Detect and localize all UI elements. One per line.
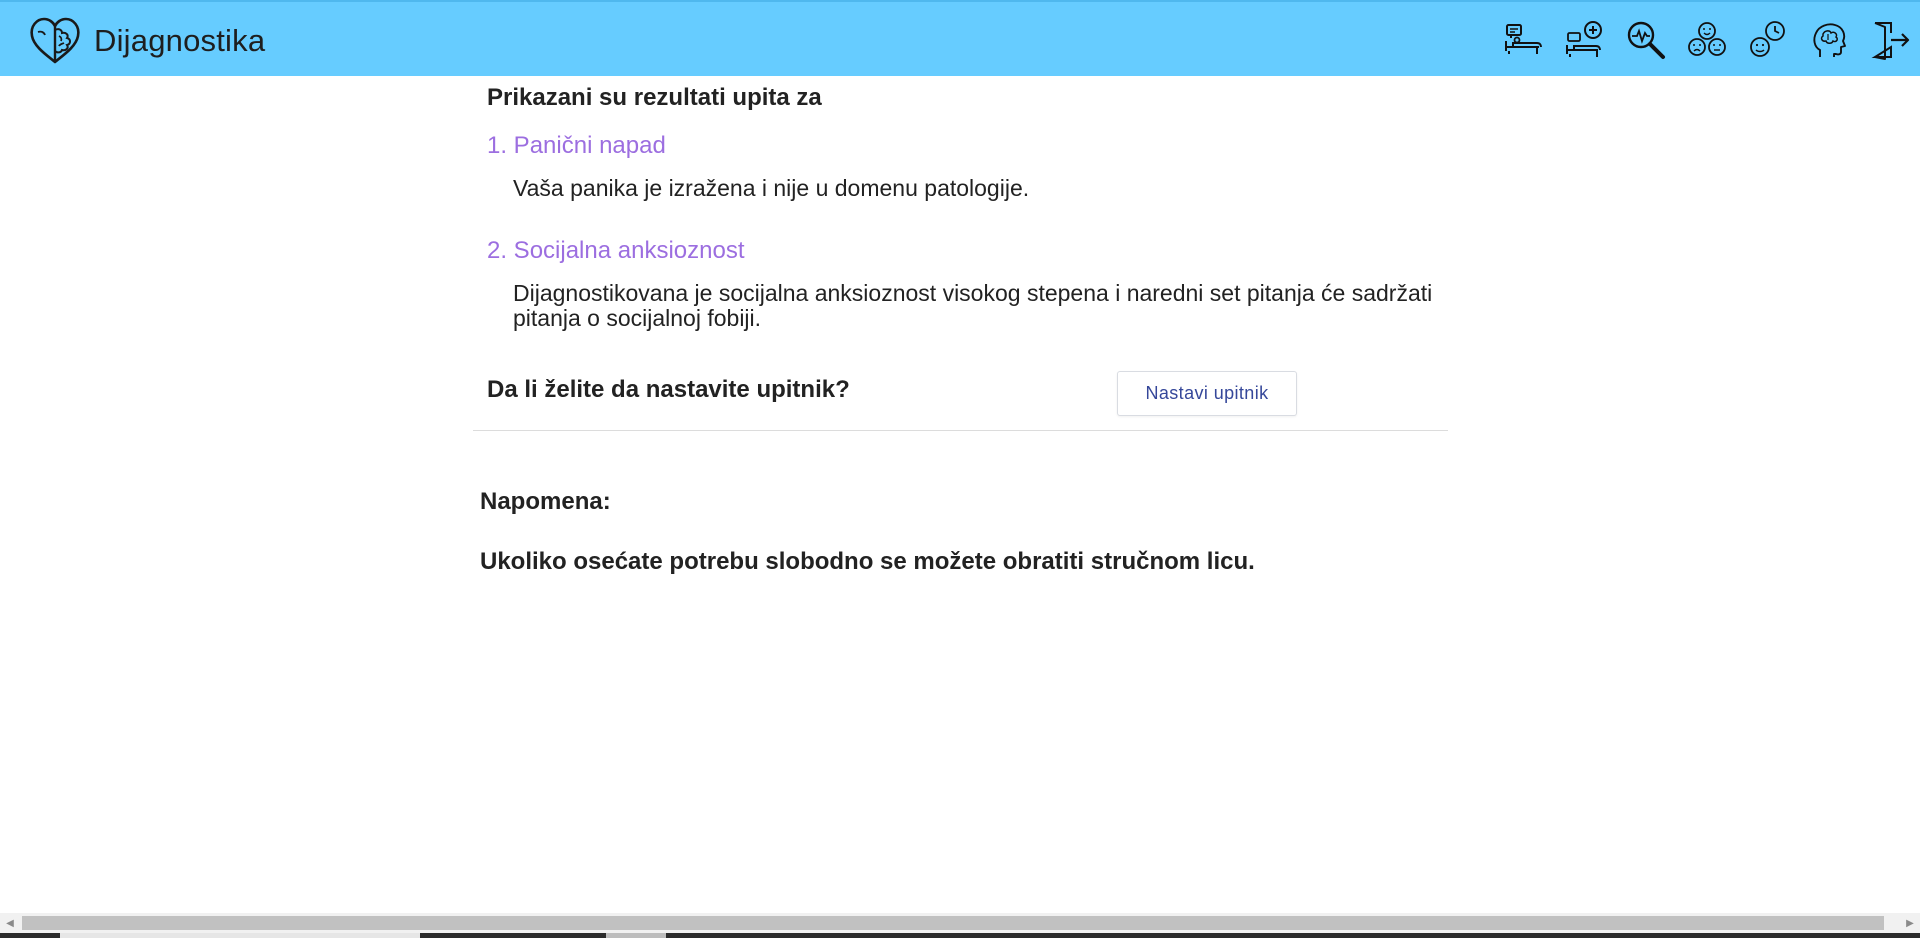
add-patient-icon[interactable] <box>1563 18 1607 62</box>
heart-brain-logo-icon <box>30 17 80 64</box>
mind-brain-icon[interactable] <box>1807 18 1851 62</box>
brand[interactable]: Dijagnostika <box>28 16 265 66</box>
app-header: Dijagnostika <box>0 0 1920 76</box>
continue-question: Da li želite da nastavite upitnik? <box>487 376 850 403</box>
search-diagnosis-icon[interactable] <box>1624 18 1668 62</box>
horizontal-scrollbar[interactable]: ◀ ▶ <box>0 913 1920 933</box>
result-description-panic: Vaša panika je izražena i nije u domenu … <box>513 175 1030 201</box>
divider <box>473 430 1448 431</box>
logout-icon[interactable] <box>1868 18 1912 62</box>
result-title-panic: 1. Panični napad <box>487 132 666 159</box>
header-nav <box>1485 18 1912 62</box>
note-label: Napomena: <box>480 488 611 515</box>
note-text: Ukoliko osećate potrebu slobodno se može… <box>480 548 1255 575</box>
taskbar-edge <box>0 933 1920 938</box>
app-title: Dijagnostika <box>94 23 266 58</box>
patient-couch-icon[interactable] <box>1502 18 1546 62</box>
continue-questionnaire-button[interactable]: Nastavi upitnik <box>1117 371 1297 416</box>
result-description-social-anxiety: Dijagnostikovana je socijalna anksioznos… <box>513 280 1433 331</box>
mood-history-icon[interactable] <box>1746 18 1790 62</box>
emotions-icon[interactable] <box>1685 18 1729 62</box>
scroll-left-arrow-icon[interactable]: ◀ <box>0 913 20 933</box>
scrollbar-thumb[interactable] <box>22 916 1884 930</box>
result-title-social-anxiety: 2. Socijalna anksioznost <box>487 237 745 264</box>
results-heading: Prikazani su rezultati upita za <box>487 84 822 111</box>
scroll-right-arrow-icon[interactable]: ▶ <box>1900 913 1920 933</box>
